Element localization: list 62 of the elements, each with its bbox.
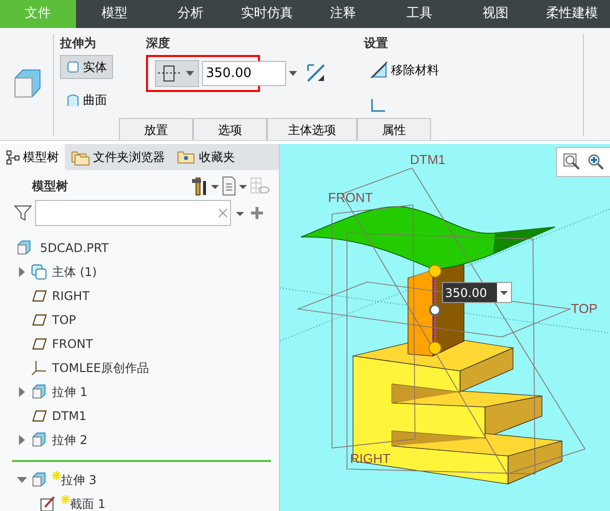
tree-item[interactable]: 拉伸 3 — [50, 471, 98, 490]
depth-field[interactable]: 350.00 — [202, 60, 286, 86]
add-icon[interactable] — [249, 205, 265, 222]
menu-tab[interactable]: 柔性建模 — [534, 0, 610, 28]
filter-icon[interactable] — [14, 204, 32, 222]
dimension-field[interactable]: 350.00 — [442, 282, 512, 304]
depth-type-button[interactable] — [155, 60, 199, 87]
datum-plane-icon — [31, 288, 47, 304]
surface-option-button[interactable]: 曲面 — [60, 88, 113, 112]
zoom-in-icon[interactable] — [587, 153, 605, 172]
ribbon-tab[interactable]: 选项 — [193, 118, 267, 140]
filter-field[interactable] — [35, 200, 231, 226]
tree-item[interactable]: 截面 1 — [59, 495, 108, 511]
caret-icon — [186, 70, 194, 76]
menu-tab[interactable]: 分析 — [152, 0, 229, 28]
menu-tab[interactable]: 实时仿真 — [228, 0, 305, 28]
ribbon-tab[interactable]: 主体选项 — [267, 118, 357, 140]
tree-item[interactable]: DTM1 — [50, 407, 89, 426]
tree-item[interactable]: RIGHT — [50, 287, 92, 306]
tools-icon[interactable] — [191, 176, 209, 196]
remove-material-button[interactable]: 移除材料 — [364, 58, 445, 82]
solid-option-button[interactable]: 实体 — [60, 54, 113, 79]
ribbon-tab[interactable]: 放置 — [119, 118, 193, 140]
flip-direction-icon[interactable] — [306, 63, 326, 84]
datum-label: TOP — [571, 301, 598, 316]
tree-item[interactable]: 主体 (1) — [50, 263, 99, 282]
datum-label: DTM1 — [410, 152, 446, 168]
tree-item[interactable]: 拉伸 2 — [50, 431, 90, 450]
tree-item[interactable]: FRONT — [50, 335, 95, 354]
remove-material-icon — [370, 60, 388, 79]
menu-tab[interactable]: 模型 — [76, 0, 152, 28]
part-icon — [16, 240, 32, 256]
ribbon-tab[interactable]: 属性 — [357, 118, 431, 140]
list-settings-icon[interactable] — [221, 176, 237, 196]
surface-icon — [66, 92, 80, 107]
tree-icon — [6, 150, 20, 165]
extrude-cube-icon — [31, 384, 47, 400]
tree-item[interactable]: TOP — [50, 311, 78, 330]
menu-tab[interactable]: 工具 — [381, 0, 458, 28]
solid-cube-icon — [66, 60, 80, 74]
menu-tab[interactable]: 视图 — [458, 0, 534, 28]
tree-item[interactable]: TOMLEE原创作品 — [50, 359, 151, 378]
extrude-cube-icon — [31, 472, 47, 488]
tree-item[interactable]: 拉伸 1 — [50, 383, 90, 402]
datum-plane-icon — [31, 312, 47, 328]
tree-item[interactable]: 5DCAD.PRT — [38, 239, 111, 258]
panel-tab[interactable]: 模型树 — [0, 144, 65, 170]
extrude-cube-icon — [12, 68, 42, 100]
group-label: 设置 — [364, 34, 389, 52]
group-label: 拉伸为 — [60, 34, 97, 52]
coordinate-system-icon — [31, 360, 47, 376]
drag-handle[interactable] — [429, 304, 441, 316]
panel-title: 模型树 — [32, 178, 69, 196]
group-label: 深度 — [146, 34, 171, 52]
menu-tab[interactable]: 注释 — [305, 0, 382, 28]
datum-plane-icon — [31, 336, 47, 352]
extrude-cube-icon — [31, 432, 47, 448]
zoom-fit-icon[interactable] — [563, 153, 581, 172]
caret-icon[interactable] — [289, 70, 297, 76]
datum-plane-icon — [31, 408, 47, 424]
bodies-icon — [31, 264, 47, 280]
thicken-icon — [370, 96, 386, 113]
